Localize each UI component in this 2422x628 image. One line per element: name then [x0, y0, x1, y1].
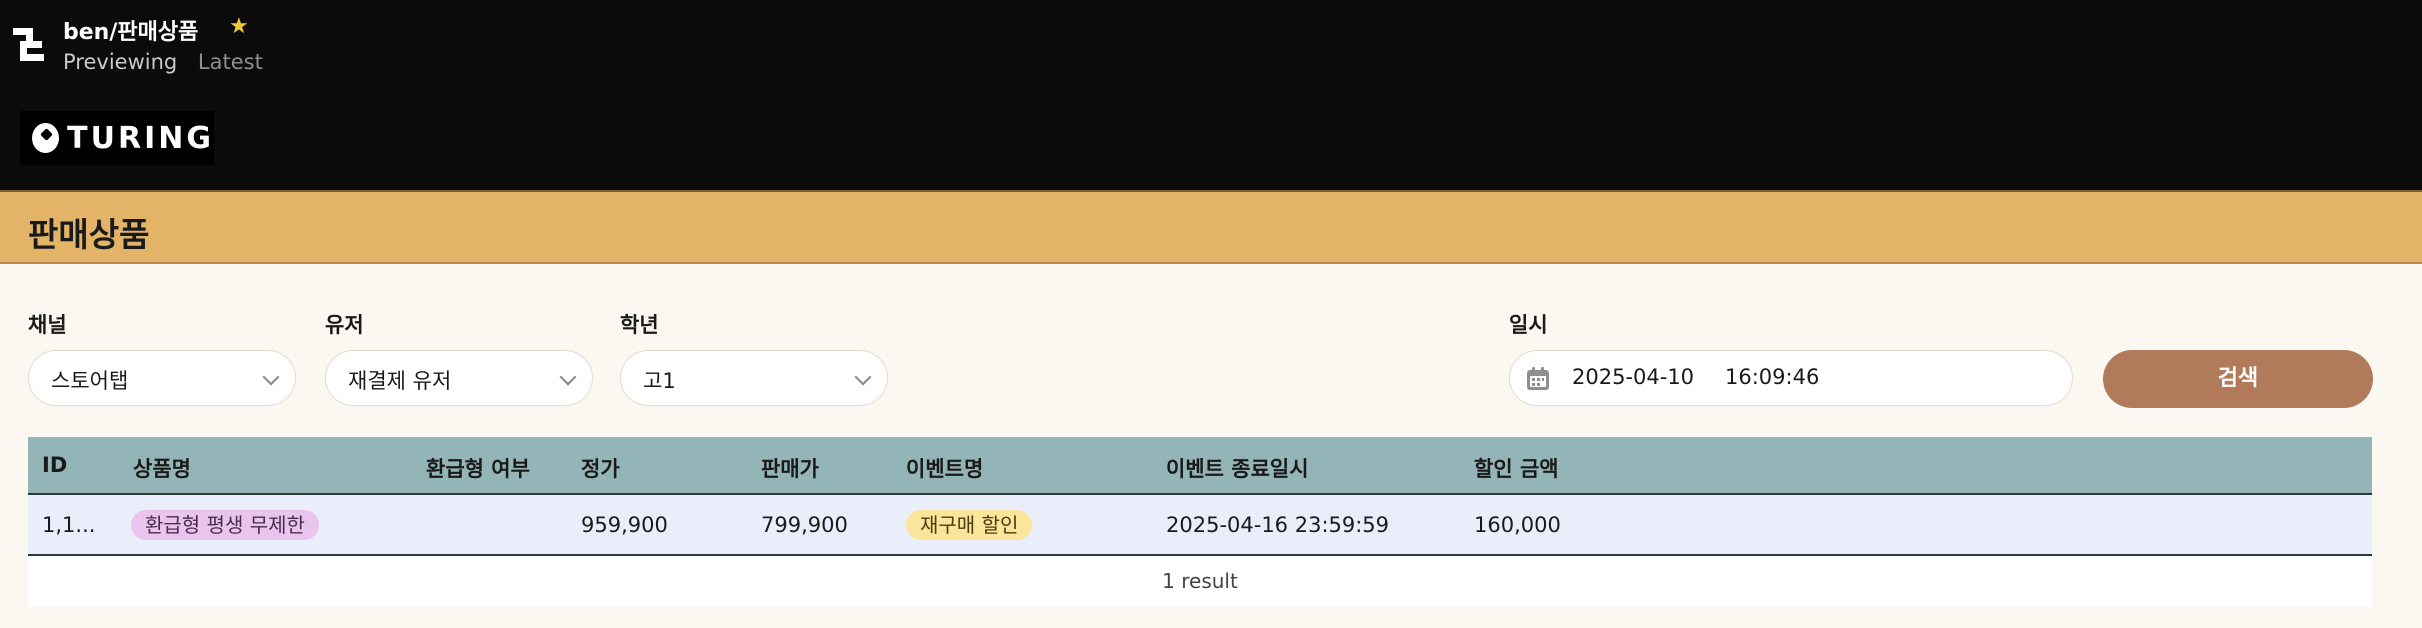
column-header-discount[interactable]: 할인 금액	[1474, 453, 1559, 483]
table-header: ID 상품명 환급형 여부 정가 판매가 이벤트명 이벤트 종료일시 할인 금액	[28, 437, 2372, 495]
user-label: 유저	[325, 313, 364, 337]
result-count: 1 result	[28, 556, 2372, 607]
cell-event-end: 2025-04-16 23:59:59	[1166, 513, 1390, 537]
app-title: ben/판매상품	[63, 20, 199, 45]
cell-id: 1,1...	[42, 513, 96, 537]
column-header-product[interactable]: 상품명	[133, 453, 191, 483]
user-select[interactable]: 재결제 유저	[325, 350, 593, 406]
previewing-label: Previewing	[63, 50, 178, 74]
latest-label[interactable]: Latest	[198, 50, 263, 74]
calendar-icon	[1527, 367, 1549, 390]
page-title: 판매상품	[28, 215, 150, 254]
column-header-event[interactable]: 이벤트명	[906, 453, 983, 483]
grade-label: 학년	[620, 313, 659, 337]
app-header: ben/판매상품 ★ Previewing Latest TURING	[0, 0, 2422, 190]
datetime-input[interactable]: 2025-04-10 16:09:46	[1509, 350, 2073, 406]
time-value: 16:09:46	[1725, 365, 1820, 389]
cell-sale-price: 799,900	[761, 513, 848, 537]
brand-mark-icon	[32, 123, 60, 153]
event-badge: 재구매 할인	[906, 510, 1033, 540]
chevron-down-icon	[854, 368, 872, 386]
app-logo-icon[interactable]	[12, 26, 46, 64]
grade-select[interactable]: 고1	[620, 350, 888, 406]
page-title-bar: 판매상품	[0, 190, 2422, 264]
date-value: 2025-04-10	[1572, 365, 1695, 389]
search-button[interactable]: 검색	[2103, 350, 2373, 408]
column-header-refundable[interactable]: 환급형 여부	[426, 453, 530, 483]
favorite-star-icon[interactable]: ★	[229, 14, 249, 39]
table-row[interactable]: 1,1... 환급형 평생 무제한 959,900 799,900 재구매 할인…	[28, 495, 2372, 556]
channel-select[interactable]: 스토어탭	[28, 350, 296, 406]
chevron-down-icon	[559, 368, 577, 386]
channel-label: 채널	[28, 313, 67, 337]
product-badge: 환급형 평생 무제한	[131, 510, 319, 540]
column-header-list-price[interactable]: 정가	[581, 453, 620, 483]
datetime-label: 일시	[1509, 313, 1548, 337]
channel-value: 스토어탭	[51, 369, 129, 393]
column-header-event-end[interactable]: 이벤트 종료일시	[1166, 453, 1309, 483]
user-value: 재결제 유저	[348, 369, 452, 393]
column-header-sale-price[interactable]: 판매가	[761, 453, 819, 483]
grade-value: 고1	[643, 369, 676, 393]
chevron-down-icon	[262, 368, 280, 386]
brand-name: TURING	[67, 120, 214, 156]
cell-list-price: 959,900	[581, 513, 668, 537]
column-header-id[interactable]: ID	[42, 453, 67, 477]
products-table: ID 상품명 환급형 여부 정가 판매가 이벤트명 이벤트 종료일시 할인 금액…	[28, 437, 2372, 607]
cell-discount: 160,000	[1474, 513, 1561, 537]
version-status: Previewing Latest	[63, 50, 263, 74]
brand-logo: TURING	[20, 111, 214, 165]
